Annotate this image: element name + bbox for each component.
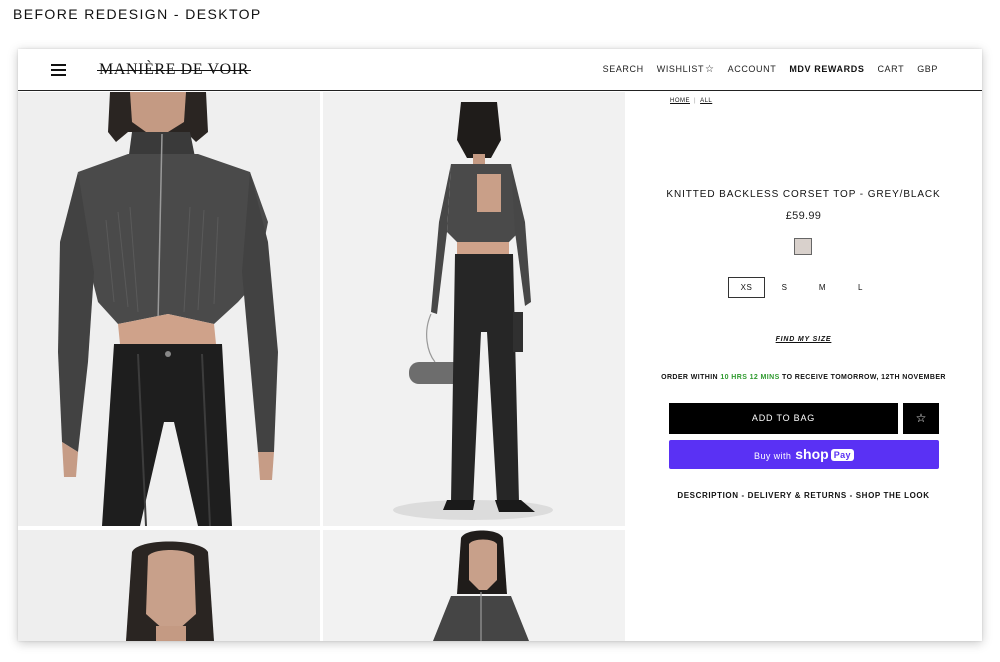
header-nav: SEARCH WISHLIST☆ ACCOUNT MDV REWARDS CAR… <box>590 64 938 75</box>
shoppay-prefix: Buy with <box>754 451 792 461</box>
nav-cart[interactable]: CART <box>877 64 904 74</box>
size-selector: XS S M L <box>728 277 880 298</box>
page-caption: BEFORE REDESIGN - DESKTOP <box>13 6 262 22</box>
breadcrumb-home[interactable]: HOME <box>670 98 690 104</box>
browser-frame: MANIÈRE DE VOIR SEARCH WISHLIST☆ ACCOUNT… <box>18 49 982 641</box>
site-header: MANIÈRE DE VOIR SEARCH WISHLIST☆ ACCOUNT… <box>18 49 982 91</box>
shoppay-brand: shop <box>795 446 829 462</box>
find-my-size-link[interactable]: FIND MY SIZE <box>625 336 982 343</box>
hamburger-menu-icon[interactable] <box>51 64 66 76</box>
breadcrumb-separator: | <box>694 98 697 104</box>
nav-mdv-rewards[interactable]: MDV REWARDS <box>789 64 864 74</box>
nav-search[interactable]: SEARCH <box>603 64 644 74</box>
product-gallery <box>18 92 625 641</box>
star-icon: ☆ <box>705 64 715 75</box>
product-image-side[interactable] <box>323 530 625 641</box>
color-swatch[interactable] <box>794 238 812 255</box>
shop-pay-button[interactable]: Buy with shop Pay <box>669 440 939 469</box>
links-separator-2: - <box>849 491 853 500</box>
breadcrumb: HOME | ALL <box>670 98 712 104</box>
nav-currency[interactable]: GBP <box>917 64 938 74</box>
order-prefix: ORDER WITHIN <box>661 374 719 381</box>
product-image-back[interactable] <box>323 92 625 526</box>
links-separator-1: - <box>741 491 745 500</box>
add-to-wishlist-button[interactable]: ☆ <box>903 403 939 434</box>
size-option-s[interactable]: S <box>766 277 803 298</box>
order-suffix: TO RECEIVE TOMORROW, 12TH NOVEMBER <box>782 374 946 381</box>
product-image-front[interactable] <box>18 92 320 526</box>
nav-wishlist[interactable]: WISHLIST☆ <box>656 64 715 75</box>
product-info-links: DESCRIPTION - DELIVERY & RETURNS - SHOP … <box>625 491 982 500</box>
product-image-portrait[interactable] <box>18 530 320 641</box>
brand-logo[interactable]: MANIÈRE DE VOIR <box>96 59 252 81</box>
delivery-countdown: ORDER WITHIN 10 HRS 12 MINS TO RECEIVE T… <box>625 374 982 381</box>
product-panel: HOME | ALL KNITTED BACKLESS CORSET TOP - G… <box>625 92 982 641</box>
shop-the-look-link[interactable]: SHOP THE LOOK <box>856 491 930 500</box>
size-option-xs[interactable]: XS <box>728 277 765 298</box>
description-link[interactable]: DESCRIPTION <box>677 491 738 500</box>
order-time: 10 HRS 12 MINS <box>720 374 780 381</box>
delivery-returns-link[interactable]: DELIVERY & RETURNS <box>748 491 847 500</box>
shoppay-pay-badge: Pay <box>830 449 854 461</box>
nav-wishlist-label: WISHLIST <box>656 64 705 74</box>
add-to-bag-button[interactable]: ADD TO BAG <box>669 403 898 434</box>
star-icon: ☆ <box>915 411 927 425</box>
product-price: £59.99 <box>785 210 822 222</box>
nav-account[interactable]: ACCOUNT <box>728 64 777 74</box>
size-option-l[interactable]: L <box>842 277 879 298</box>
product-title: KNITTED BACKLESS CORSET TOP - GREY/BLACK <box>666 189 941 200</box>
breadcrumb-all[interactable]: ALL <box>700 98 712 104</box>
size-option-m[interactable]: M <box>804 277 841 298</box>
